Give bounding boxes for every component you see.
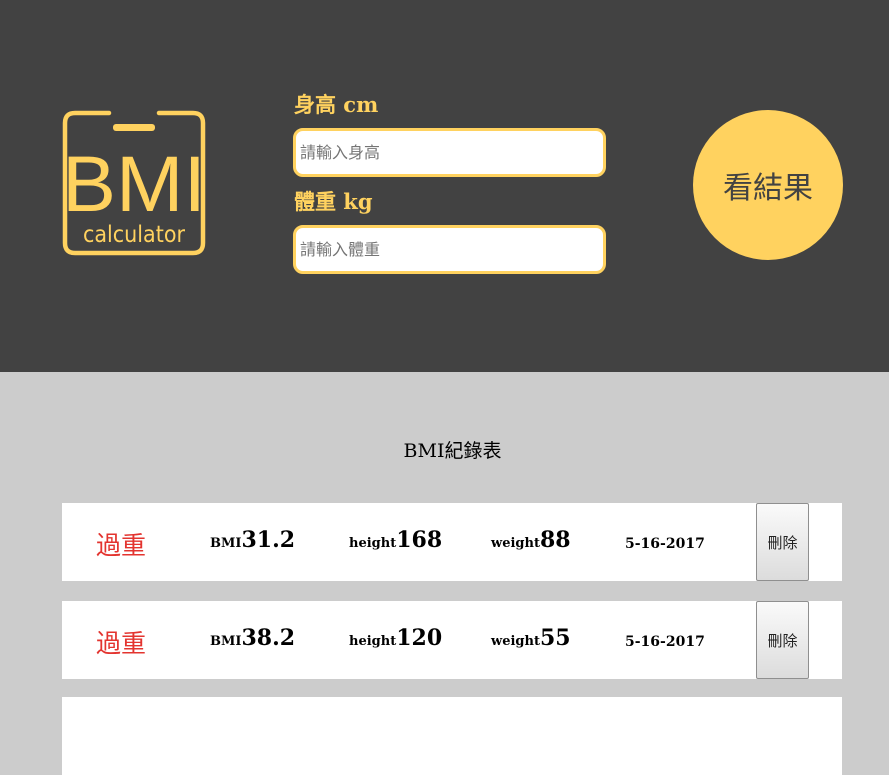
record-status: 過重 bbox=[96, 531, 147, 560]
bmi-logo: BMI calculator bbox=[61, 109, 207, 257]
record-weight: weight88 bbox=[491, 527, 571, 553]
bmi-label: BMI bbox=[210, 536, 242, 551]
weight-label-small: weight bbox=[491, 536, 540, 551]
record-date: 5-16-2017 bbox=[625, 536, 705, 552]
delete-button[interactable]: 刪除 bbox=[756, 601, 809, 679]
record-weight: weight55 bbox=[491, 625, 571, 651]
record-row-partial bbox=[62, 697, 842, 775]
record-bmi: BMI31.2 bbox=[210, 527, 295, 553]
weight-value: 55 bbox=[539, 625, 571, 651]
height-value: 120 bbox=[396, 625, 443, 651]
height-input[interactable] bbox=[293, 128, 606, 177]
bmi-value: 38.2 bbox=[241, 625, 296, 651]
height-value: 168 bbox=[396, 527, 443, 553]
logo-sub-text: calculator bbox=[83, 222, 185, 248]
records-title: BMI紀錄表 bbox=[403, 440, 502, 462]
weight-label-small: weight bbox=[491, 634, 540, 649]
height-label-small: height bbox=[349, 536, 397, 551]
record-status: 過重 bbox=[96, 629, 147, 658]
weight-input[interactable] bbox=[293, 225, 606, 274]
height-label: 身高 cm bbox=[294, 92, 379, 117]
bmi-value: 31.2 bbox=[241, 527, 296, 553]
record-date: 5-16-2017 bbox=[625, 634, 705, 650]
record-height: height120 bbox=[349, 625, 442, 651]
bmi-label: BMI bbox=[210, 634, 242, 649]
record-height: height168 bbox=[349, 527, 442, 553]
height-label-small: height bbox=[349, 634, 397, 649]
delete-button[interactable]: 刪除 bbox=[756, 503, 809, 581]
weight-label: 體重 kg bbox=[294, 189, 373, 214]
record-row: 過重 BMI38.2 height120 weight55 5-16-2017 … bbox=[62, 601, 842, 679]
logo-main-text: BMI bbox=[62, 139, 206, 228]
record-bmi: BMI38.2 bbox=[210, 625, 295, 651]
weight-value: 88 bbox=[539, 527, 571, 553]
see-result-button[interactable]: 看結果 bbox=[693, 110, 843, 260]
record-row: 過重 BMI31.2 height168 weight88 5-16-2017 … bbox=[62, 503, 842, 581]
header: BMI calculator 身高 cm 體重 kg 看結果 bbox=[0, 0, 889, 372]
